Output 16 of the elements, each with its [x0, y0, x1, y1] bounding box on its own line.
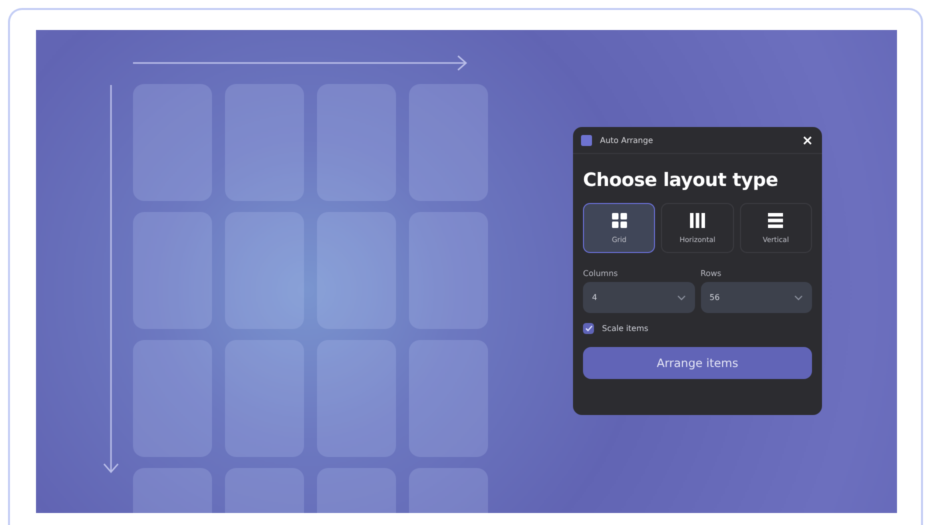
chevron-down-icon [676, 294, 686, 300]
dropdown[interactable]: 56 [700, 282, 812, 313]
arrange-button[interactable]: Arrange items [583, 347, 812, 379]
dropdown[interactable]: 4 [583, 282, 694, 313]
checkbox-label: Scale items [602, 324, 648, 333]
columns-icon [690, 212, 705, 228]
field-label: Columns [583, 269, 619, 278]
app-icon [581, 134, 592, 146]
rows-icon [768, 212, 784, 228]
field-label: Rows [700, 269, 722, 278]
checkbox[interactable] [583, 323, 594, 334]
close-icon[interactable] [803, 136, 812, 144]
grid-icon [612, 212, 627, 228]
chevron-down-icon [794, 294, 803, 300]
dialog-title: Auto Arrange [600, 136, 654, 144]
dialog-heading: Choose layout type [583, 170, 779, 191]
